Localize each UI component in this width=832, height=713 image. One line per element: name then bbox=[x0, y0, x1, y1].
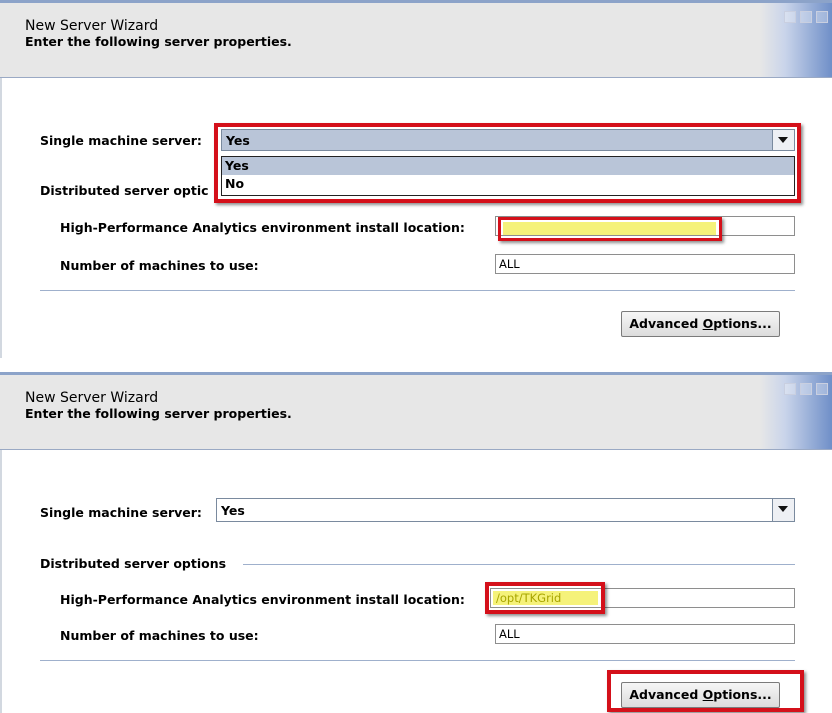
separator bbox=[40, 290, 795, 291]
minimize-icon[interactable] bbox=[784, 383, 796, 395]
group-separator bbox=[243, 564, 795, 565]
chevron-down-icon[interactable] bbox=[772, 130, 794, 150]
advanced-options-mnemonic: O bbox=[702, 687, 714, 702]
chevron-down-icon[interactable] bbox=[772, 499, 794, 521]
header-banner-graphic bbox=[760, 375, 832, 449]
maximize-icon[interactable] bbox=[800, 11, 812, 23]
machines-value: ALL bbox=[499, 257, 520, 271]
install-location-label: High-Performance Analytics environment i… bbox=[60, 592, 465, 607]
dropdown-option-yes[interactable]: Yes bbox=[222, 157, 794, 175]
advanced-options-label-suffix: ptions... bbox=[713, 316, 772, 331]
machines-label: Number of machines to use: bbox=[60, 258, 259, 273]
window-controls bbox=[784, 383, 828, 395]
single-machine-label: Single machine server: bbox=[40, 505, 202, 520]
advanced-options-label-prefix: Advanced bbox=[629, 687, 703, 702]
advanced-options-button[interactable]: Advanced Options... bbox=[621, 311, 780, 337]
separator bbox=[40, 660, 795, 661]
install-location-highlight bbox=[503, 222, 716, 235]
window-controls bbox=[784, 11, 828, 23]
wizard-panel-filled: New Server Wizard Enter the following se… bbox=[0, 372, 832, 713]
machines-value: ALL bbox=[499, 627, 520, 641]
install-location-value: /opt/TKGrid bbox=[496, 591, 562, 605]
distributed-group-label: Distributed server options bbox=[40, 556, 227, 571]
machines-input[interactable]: ALL bbox=[495, 254, 795, 274]
single-machine-combo[interactable]: Yes bbox=[216, 498, 795, 522]
wizard-title: New Server Wizard bbox=[25, 390, 159, 406]
maximize-icon[interactable] bbox=[800, 383, 812, 395]
wizard-subtitle: Enter the following server properties. bbox=[25, 406, 292, 421]
install-location-input[interactable]: /opt/TKGrid bbox=[490, 588, 795, 608]
close-icon[interactable] bbox=[816, 383, 828, 395]
single-machine-value: Yes bbox=[226, 133, 250, 148]
wizard-header: New Server Wizard Enter the following se… bbox=[0, 0, 832, 78]
single-machine-dropdown-list[interactable]: Yes No bbox=[221, 156, 795, 196]
minimize-icon[interactable] bbox=[784, 11, 796, 23]
advanced-options-mnemonic: O bbox=[702, 316, 714, 331]
wizard-panel-dropdown-open: New Server Wizard Enter the following se… bbox=[0, 0, 832, 358]
single-machine-label: Single machine server: bbox=[40, 133, 202, 148]
single-machine-value: Yes bbox=[221, 503, 245, 518]
distributed-group-label: Distributed server optic bbox=[40, 183, 209, 198]
machines-input[interactable]: ALL bbox=[495, 624, 795, 644]
wizard-header: New Server Wizard Enter the following se… bbox=[0, 372, 832, 450]
wizard-title: New Server Wizard bbox=[25, 18, 159, 34]
header-banner-graphic bbox=[760, 3, 832, 77]
machines-label: Number of machines to use: bbox=[60, 628, 259, 643]
dropdown-option-no[interactable]: No bbox=[222, 175, 794, 193]
single-machine-combo[interactable]: Yes bbox=[221, 129, 795, 151]
advanced-options-label-suffix: ptions... bbox=[713, 687, 772, 702]
advanced-options-button[interactable]: Advanced Options... bbox=[621, 682, 780, 708]
close-icon[interactable] bbox=[816, 11, 828, 23]
wizard-subtitle: Enter the following server properties. bbox=[25, 34, 292, 49]
advanced-options-label-prefix: Advanced bbox=[629, 316, 703, 331]
install-location-label: High-Performance Analytics environment i… bbox=[60, 220, 465, 235]
